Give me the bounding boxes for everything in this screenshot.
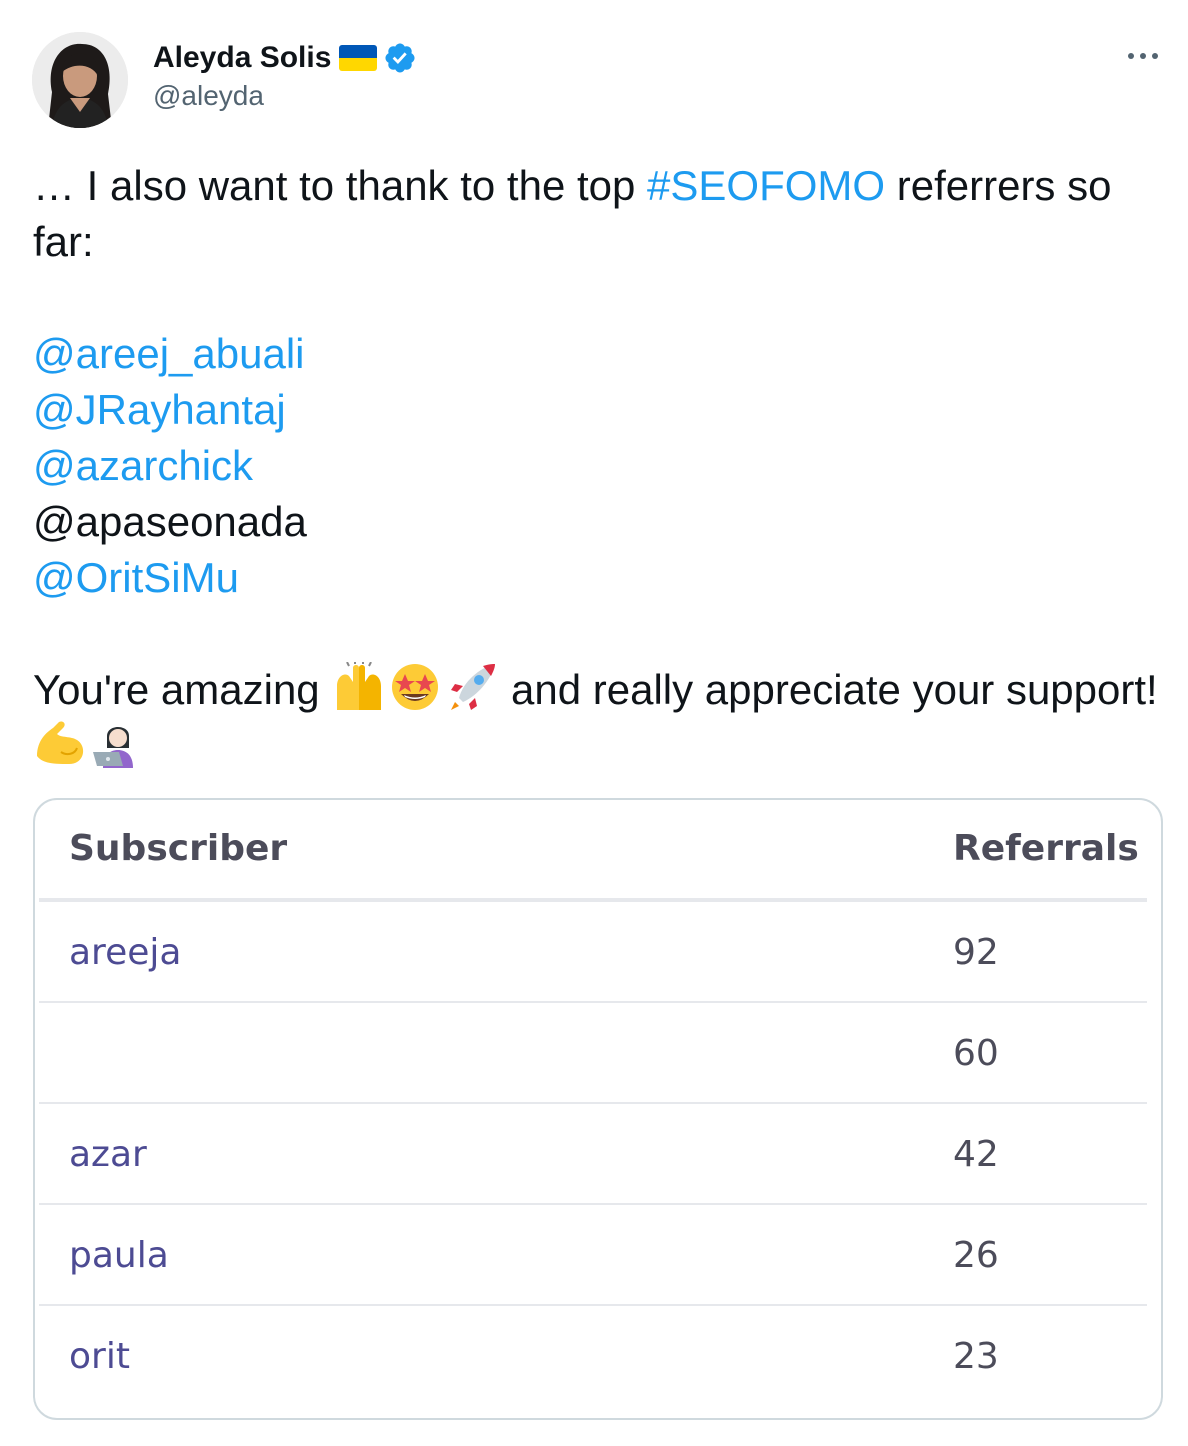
subscriber-cell: orit [69, 1336, 130, 1377]
verified-badge-icon [383, 41, 417, 75]
table-row: 60 [39, 1003, 1147, 1104]
intro-text: … I also want to thank to the top [33, 162, 648, 209]
table-row: orit 23 [39, 1306, 1147, 1405]
mention-link[interactable]: @OritSiMu [33, 550, 1163, 606]
mention-link[interactable]: @JRayhantaj [33, 382, 1163, 438]
display-name[interactable]: Aleyda Solis [153, 41, 331, 75]
author-info: Aleyda Solis @aleyda [153, 38, 417, 112]
subscriber-cell: azar [69, 1134, 147, 1175]
raising-hands-emoji [331, 661, 387, 712]
woman-technologist-emoji [89, 718, 145, 768]
hashtag-link[interactable]: #SEOFOMO [647, 162, 885, 209]
closing-paragraph: You're amazing and really appreciate you… [33, 661, 1163, 774]
closing-text: You're amazing [33, 666, 332, 713]
flexed-biceps-emoji [33, 718, 89, 768]
table-row: areeja 92 [39, 902, 1147, 1003]
tweet: Aleyda Solis @aleyda … I also want to th… [0, 0, 1188, 1446]
referrals-cell: 92 [953, 932, 999, 973]
rocket-emoji [443, 662, 499, 712]
table-header: Subscriber Referrals [39, 800, 1147, 902]
mention-link[interactable]: @azarchick [33, 438, 1163, 494]
referrals-table-card: Subscriber Referrals areeja 92 60 azar 4… [33, 798, 1163, 1420]
dot-icon [1128, 53, 1134, 59]
handle[interactable]: @aleyda [153, 80, 417, 112]
referrals-cell: 60 [953, 1033, 999, 1074]
mention-link[interactable]: @areej_abuali [33, 326, 1163, 382]
subscriber-cell: areeja [69, 932, 182, 973]
star-struck-emoji [387, 662, 443, 712]
referrals-cell: 26 [953, 1235, 999, 1276]
tweet-text: … I also want to thank to the top #SEOFO… [33, 158, 1163, 774]
table-row: paula 26 [39, 1205, 1147, 1306]
more-options-button[interactable] [1118, 36, 1168, 76]
closing-text: and really appreciate your support! [499, 666, 1158, 713]
referrals-table: Subscriber Referrals areeja 92 60 azar 4… [39, 800, 1147, 1405]
dot-icon [1152, 53, 1158, 59]
ukraine-flag-icon [339, 45, 378, 71]
referrals-cell: 23 [953, 1336, 999, 1377]
table-row: azar 42 [39, 1104, 1147, 1205]
column-header-subscriber: Subscriber [69, 828, 288, 869]
mention-text: @apaseonada [33, 498, 307, 545]
referrals-cell: 42 [953, 1134, 999, 1175]
dot-icon [1140, 53, 1146, 59]
avatar[interactable] [32, 32, 128, 128]
subscriber-cell: paula [69, 1235, 169, 1276]
column-header-referrals: Referrals [953, 828, 1139, 869]
intro-paragraph: … I also want to thank to the top #SEOFO… [33, 158, 1163, 270]
mention-list: @areej_abuali @JRayhantaj @azarchick @ap… [33, 326, 1163, 606]
